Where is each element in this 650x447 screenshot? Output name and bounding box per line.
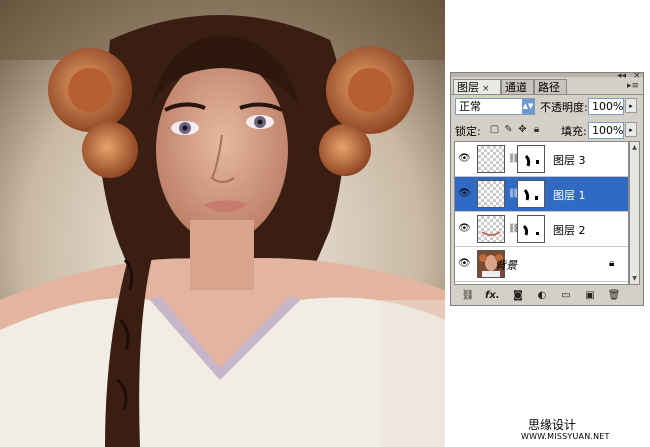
fill-input[interactable]: 100% (588, 122, 624, 139)
watermark-title: 思缘设计 (528, 418, 577, 432)
fill-slider-button[interactable]: ▸ (625, 122, 637, 137)
opacity-input[interactable]: 100% (588, 98, 624, 115)
opacity-label: 不透明度: (540, 101, 588, 114)
eye-icon[interactable]: 👁︎ (458, 189, 471, 199)
opacity-value: 100% (592, 100, 624, 113)
trash-icon[interactable]: 🗑︎ (607, 290, 621, 302)
layers-panel: ◂◂ × 图层 × 通道 路径 ▸≡ 正常 ▲▼ 不透明度: 100% ▸ 锁定:… (450, 71, 644, 306)
panel-menu-icon[interactable]: ▸≡ (627, 81, 639, 91)
watermark-url: WWW.MISSYUAN.NET (521, 432, 610, 441)
portrait-image (0, 0, 445, 447)
layer-row[interactable]: 👁︎ ⛓︎ 图层 2 (455, 212, 628, 247)
layer-row-selected[interactable]: 👁︎ ⛓︎ 图层 1 (455, 177, 628, 212)
opacity-slider-button[interactable]: ▸ (625, 98, 637, 113)
new-group-icon[interactable]: ▭ (559, 290, 573, 302)
lock-pixels-icon[interactable]: ✎ (503, 124, 514, 135)
layers-scrollbar[interactable]: ▲ ▼ (629, 141, 640, 285)
layer-name[interactable]: 图层 1 (553, 187, 586, 203)
fx-icon[interactable]: fx. (485, 290, 500, 302)
link-layers-icon[interactable]: ⛓︎ (461, 290, 475, 302)
panel-bottom-bar: ⛓︎ fx. ◙ ◐ ▭ ▣ 🗑︎ (451, 287, 643, 305)
layer-thumbnail (477, 180, 505, 208)
blend-mode-value: 正常 (459, 100, 481, 113)
scroll-up-icon[interactable]: ▲ (630, 143, 639, 153)
layer-row[interactable]: 👁︎ ⛓︎ 图层 3 (455, 142, 628, 177)
layer-name[interactable]: 背景 (495, 257, 517, 273)
tab-layers[interactable]: 图层 × (453, 79, 501, 95)
lock-all-icon[interactable]: 🔒︎ (531, 124, 542, 135)
fill-value: 100% (592, 124, 624, 137)
eye-icon[interactable]: 👁︎ (458, 259, 471, 269)
new-layer-icon[interactable]: ▣ (583, 290, 597, 302)
tab-channels-label: 通道 (505, 81, 527, 94)
tab-paths-label: 路径 (538, 81, 560, 94)
chevron-updown-icon: ▲▼ (522, 99, 534, 114)
tab-paths[interactable]: 路径 (534, 79, 567, 94)
layer-thumbnail (477, 145, 505, 173)
layer-mask-thumbnail[interactable] (517, 215, 545, 243)
layer-mask-thumbnail[interactable] (517, 145, 545, 173)
adjustment-layer-icon[interactable]: ◐ (535, 290, 549, 302)
tab-channels[interactable]: 通道 (501, 79, 534, 94)
fill-label: 填充: (561, 125, 587, 138)
blend-mode-select[interactable]: 正常 ▲▼ (455, 98, 535, 115)
layer-name[interactable]: 图层 3 (553, 152, 586, 168)
eye-icon[interactable]: 👁︎ (458, 154, 471, 164)
layer-thumbnail (477, 215, 505, 243)
lock-icon: 🔒︎ (609, 258, 615, 269)
layer-mask-thumbnail[interactable] (517, 180, 545, 208)
tab-close-icon[interactable]: × (482, 84, 490, 94)
lock-position-icon[interactable]: ✥ (517, 124, 528, 135)
panel-tabs: 图层 × 通道 路径 (453, 79, 641, 95)
lock-label: 锁定: (455, 125, 481, 138)
add-mask-icon[interactable]: ◙ (511, 290, 525, 302)
tab-layers-label: 图层 (457, 81, 479, 94)
tab-divider (451, 94, 643, 95)
canvas-photo (0, 0, 445, 447)
lock-transparency-icon[interactable]: ▢ (489, 124, 500, 135)
layer-name[interactable]: 图层 2 (553, 222, 586, 238)
layer-row-background[interactable]: 👁︎ 背景 🔒︎ (455, 247, 628, 282)
panel-titlebar[interactable] (451, 73, 643, 77)
scroll-down-icon[interactable]: ▼ (630, 274, 639, 284)
layers-list: 👁︎ ⛓︎ 图层 3 👁︎ ⛓︎ 图层 1 👁︎ ⛓︎ 图层 2 👁︎ 背景 🔒… (454, 141, 629, 285)
eye-icon[interactable]: 👁︎ (458, 224, 471, 234)
